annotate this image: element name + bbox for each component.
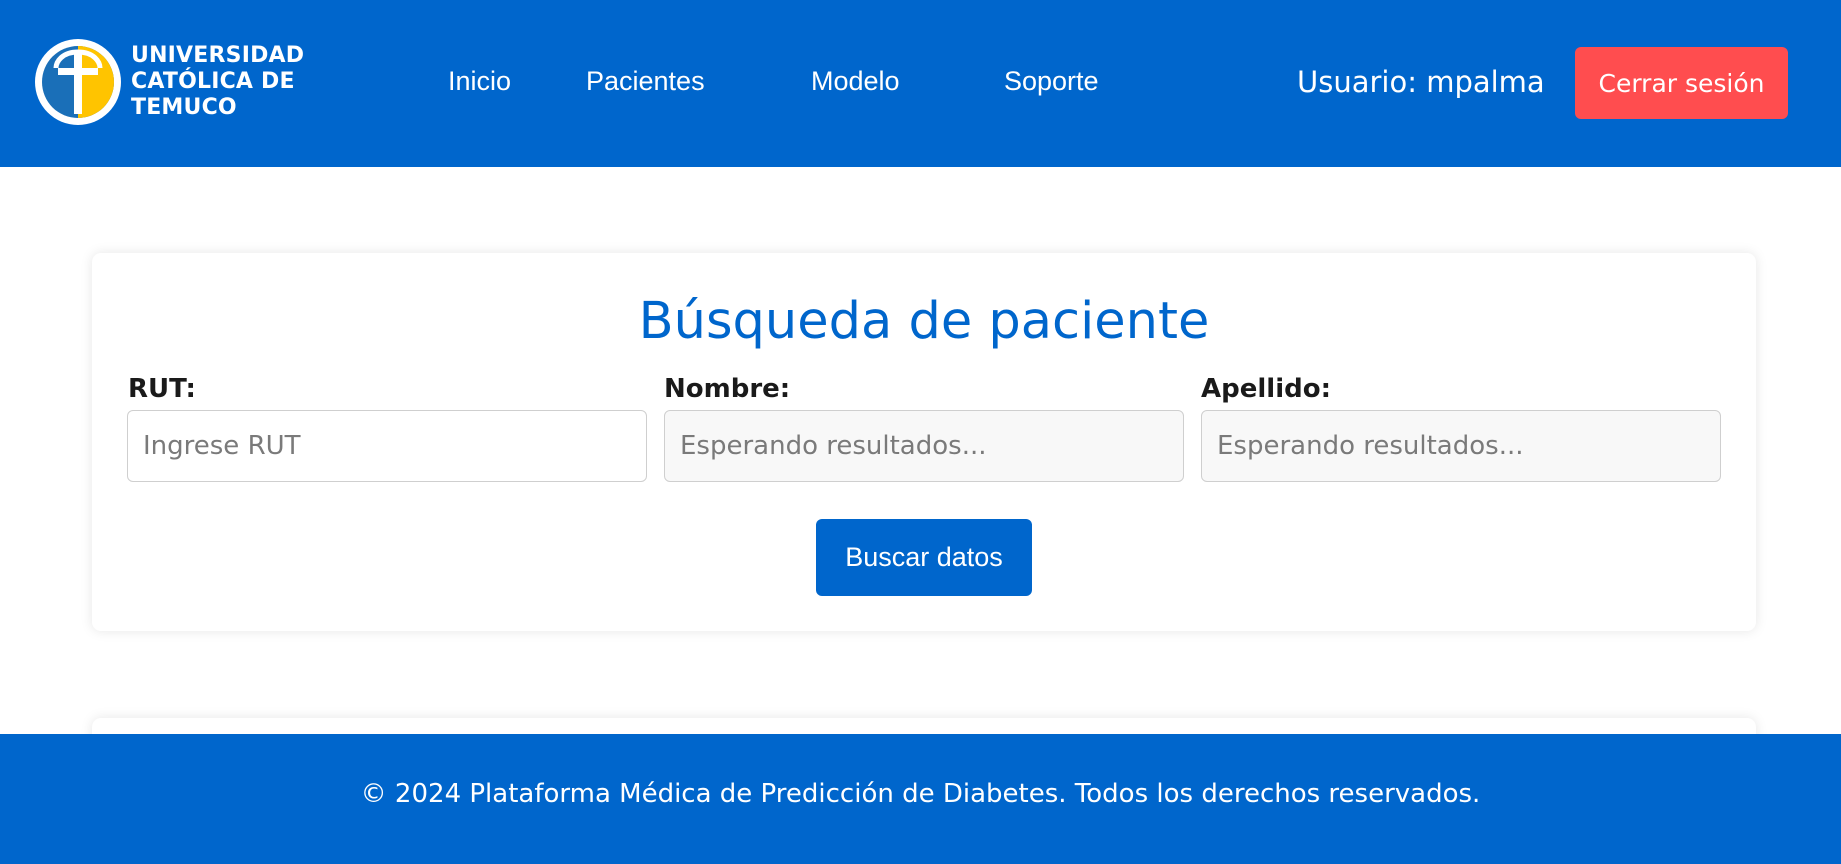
rut-label: RUT: bbox=[128, 374, 196, 404]
main-content: Búsqueda de paciente RUT: Nombre: Apelli… bbox=[0, 167, 1841, 778]
nav-link-inicio[interactable]: Inicio bbox=[448, 64, 511, 98]
apellido-label: Apellido: bbox=[1201, 374, 1331, 404]
nav-link-soporte[interactable]: Soporte bbox=[1004, 64, 1099, 98]
search-button[interactable]: Buscar datos bbox=[816, 519, 1032, 596]
patient-search-card: Búsqueda de paciente RUT: Nombre: Apelli… bbox=[92, 253, 1756, 631]
apellido-field[interactable] bbox=[1201, 410, 1721, 482]
top-navbar: UNIVERSIDAD CATÓLICA DE TEMUCO Inicio Pa… bbox=[0, 0, 1841, 167]
user-label: Usuario: mpalma bbox=[1297, 65, 1545, 99]
logo-text: UNIVERSIDAD CATÓLICA DE TEMUCO bbox=[131, 43, 304, 121]
logout-button[interactable]: Cerrar sesión bbox=[1575, 47, 1788, 119]
rut-input[interactable] bbox=[127, 410, 647, 482]
university-logo[interactable]: UNIVERSIDAD CATÓLICA DE TEMUCO bbox=[34, 38, 304, 126]
nav-link-modelo[interactable]: Modelo bbox=[811, 64, 900, 98]
page-title: Búsqueda de paciente bbox=[638, 292, 1210, 351]
logo-line-2: CATÓLICA DE bbox=[131, 69, 295, 94]
nav-link-pacientes[interactable]: Pacientes bbox=[586, 64, 705, 98]
logo-line-1: UNIVERSIDAD bbox=[131, 43, 305, 68]
page-footer: © 2024 Plataforma Médica de Predicción d… bbox=[0, 734, 1841, 864]
footer-copyright: © 2024 Plataforma Médica de Predicción d… bbox=[360, 779, 1481, 809]
logo-line-3: TEMUCO bbox=[131, 95, 237, 120]
cross-circle-logo-icon bbox=[35, 39, 121, 125]
nombre-label: Nombre: bbox=[664, 374, 791, 404]
nombre-field[interactable] bbox=[664, 410, 1184, 482]
